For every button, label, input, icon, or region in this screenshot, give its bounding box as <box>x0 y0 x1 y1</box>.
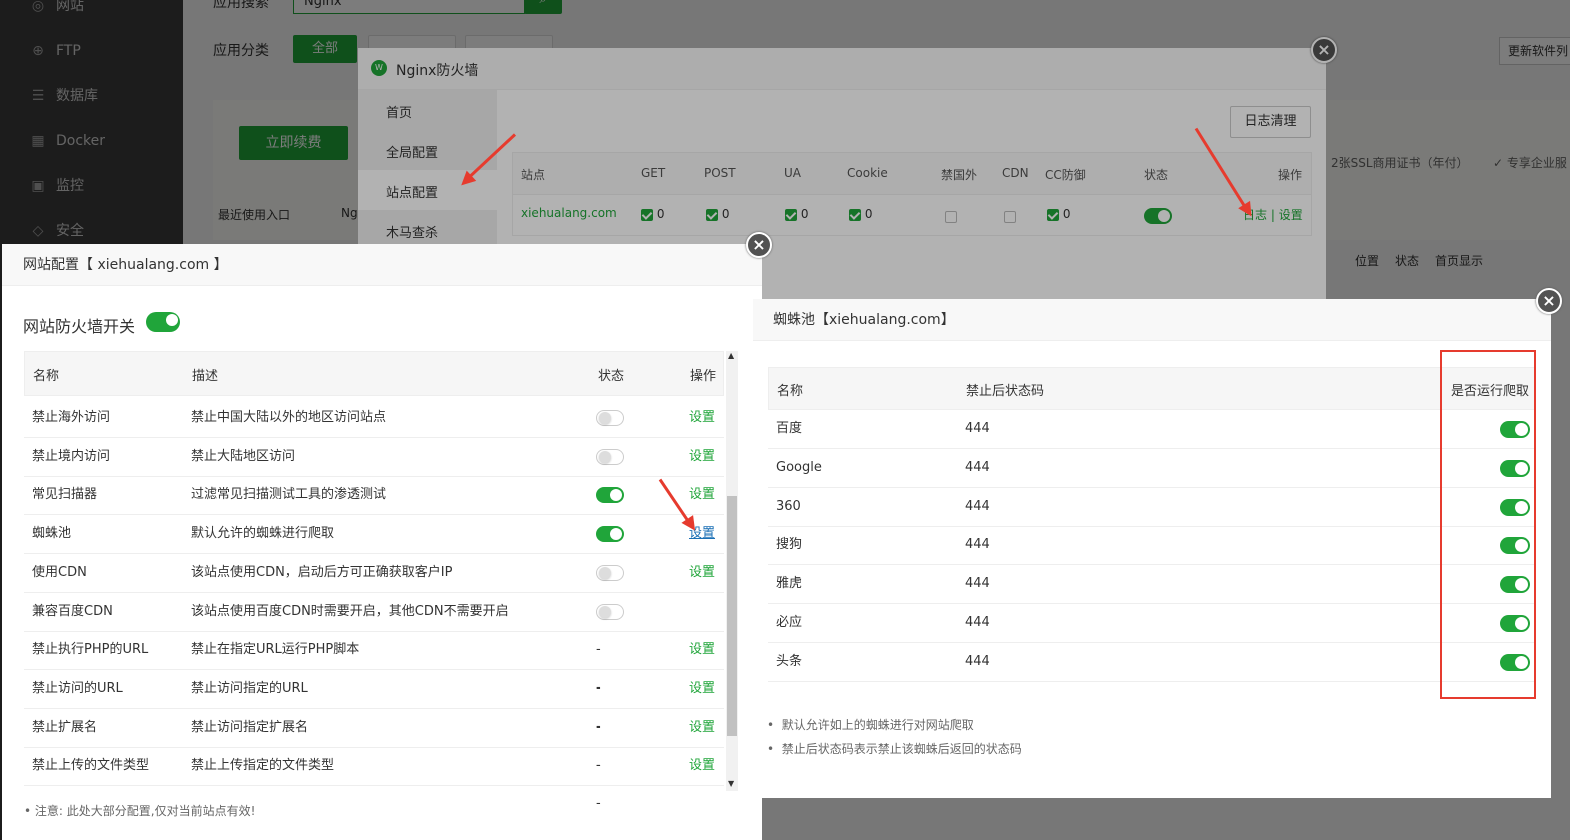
table-row: 禁止上传的文件类型 禁止上传指定的文件类型 -- 设置 <box>24 747 724 811</box>
scroll-up-icon[interactable]: ▲ <box>728 351 734 360</box>
spider-status-code: 444 <box>965 459 990 475</box>
table-row: 禁止访问的URL 禁止访问指定的URL -- 设置 <box>24 670 724 734</box>
rule-status <box>596 593 624 625</box>
rule-status <box>596 399 624 431</box>
status-toggle[interactable] <box>596 603 624 620</box>
rule-name: 常见扫描器 <box>32 487 98 503</box>
site-config-title: 网站配置【 xiehualang.com 】 <box>2 244 762 286</box>
spider-name: 头条 <box>776 653 803 669</box>
spider-status-code: 444 <box>965 615 990 630</box>
table-row: 禁止扩展名 禁止访问指定扩展名 -- 设置 <box>24 709 724 773</box>
spider-notes: • 默认允许如上的蜘蛛进行对网站爬取 • 禁止后状态码表示禁止该蜘蛛后返回的状态… <box>767 713 1022 761</box>
rule-name: 禁止扩展名 <box>32 719 98 735</box>
th-status: 状态 <box>598 369 625 384</box>
th-status-code: 禁止后状态码 <box>966 384 1045 399</box>
spider-row: Google 444 <box>768 449 1536 488</box>
rule-name: 使用CDN <box>32 564 87 580</box>
rule-desc: 默认允许的蜘蛛进行爬取 <box>191 526 335 542</box>
rule-desc: 禁止访问指定扩展名 <box>191 719 309 735</box>
spider-status-code: 444 <box>965 421 990 436</box>
rule-settings-link[interactable]: 设置 <box>689 554 715 592</box>
spider-name: 必应 <box>776 615 803 630</box>
status-toggle[interactable] <box>596 526 624 543</box>
close-spider-button[interactable]: × <box>1536 288 1562 314</box>
spider-name: 雅虎 <box>776 576 803 592</box>
rule-desc: 该站点使用CDN，启动后方可正确获取客户IP <box>191 564 453 580</box>
rule-desc: 该站点使用百度CDN时需要开启，其他CDN不需要开启 <box>191 603 509 619</box>
rule-name: 禁止境内访问 <box>32 448 111 464</box>
spider-name: 360 <box>776 498 801 514</box>
spider-row: 百度 444 <box>768 410 1536 449</box>
status-toggle[interactable] <box>596 487 624 504</box>
table-row: 兼容百度CDN 该站点使用百度CDN时需要开启，其他CDN不需要开启 <box>24 593 724 632</box>
status-toggle[interactable] <box>596 448 624 465</box>
spider-row: 360 444 <box>768 488 1536 527</box>
rule-name: 禁止上传的文件类型 <box>32 758 150 774</box>
spider-row: 头条 444 <box>768 643 1536 682</box>
table-row: 禁止境内访问 禁止大陆地区访问 设置 <box>24 438 724 477</box>
scrollbar-track[interactable]: ▲ ▼ <box>726 351 738 791</box>
rule-settings-link[interactable]: 设置 <box>689 476 715 514</box>
close-icon: × <box>1542 291 1556 310</box>
rule-desc: 禁止上传指定的文件类型 <box>191 758 335 774</box>
rule-name: 禁止执行PHP的URL <box>32 642 149 658</box>
spider-note: • 禁止后状态码表示禁止该蜘蛛后返回的状态码 <box>767 742 1022 756</box>
th-spider-name: 名称 <box>777 384 804 399</box>
firewall-switch-toggle[interactable] <box>146 312 180 336</box>
rule-status <box>596 438 624 470</box>
rule-settings-link[interactable]: 设置 <box>689 399 715 437</box>
th-name: 名称 <box>33 369 60 384</box>
spider-title: 蜘蛛池【xiehualang.com】 <box>753 299 1551 341</box>
rule-desc: 禁止在指定URL运行PHP脚本 <box>191 642 360 658</box>
spider-note: • 默认允许如上的蜘蛛进行对网站爬取 <box>767 718 974 732</box>
close-site-config-button[interactable]: × <box>746 232 772 258</box>
rule-name: 蜘蛛池 <box>32 526 72 542</box>
spider-status-code: 444 <box>965 576 990 592</box>
status-toggle[interactable] <box>596 564 624 581</box>
spider-row: 搜狗 444 <box>768 526 1536 566</box>
spider-name: Google <box>776 459 822 475</box>
th-desc: 描述 <box>192 369 219 384</box>
rule-desc: 过滤常见扫描测试工具的渗透测试 <box>191 487 387 503</box>
firewall-switch-label: 网站防火墙开关 <box>23 317 136 336</box>
rule-desc: 禁止大陆地区访问 <box>191 448 296 464</box>
spider-name: 搜狗 <box>776 537 803 553</box>
rule-desc: 禁止中国大陆以外的地区访问站点 <box>191 410 387 425</box>
spider-pool-window: 蜘蛛池【xiehualang.com】 名称 禁止后状态码 是否运行爬取 百度 4… <box>753 299 1551 798</box>
annotation-highlight-box <box>1440 350 1536 699</box>
spider-status-code: 444 <box>965 653 990 669</box>
rule-status <box>596 515 624 547</box>
rule-settings-link[interactable]: 设置 <box>689 438 715 476</box>
rule-settings-link[interactable]: 设置 <box>689 747 715 785</box>
spider-row: 雅虎 444 <box>768 565 1536 605</box>
status-toggle[interactable] <box>596 410 624 426</box>
scrollbar-thumb[interactable] <box>727 496 737 736</box>
rule-settings-link[interactable]: 设置 <box>689 709 715 747</box>
rule-name: 禁止海外访问 <box>32 410 111 425</box>
table-row: 禁止执行PHP的URL 禁止在指定URL运行PHP脚本 -- 设置 <box>24 631 724 695</box>
spider-row: 必应 444 <box>768 604 1536 643</box>
site-config-window: 网站配置【 xiehualang.com 】 网站防火墙开关 名称 描述 状态 … <box>2 244 762 840</box>
table-row: 蜘蛛池 默认允许的蜘蛛进行爬取 设置 <box>24 515 724 555</box>
table-row: 常见扫描器 过滤常见扫描测试工具的渗透测试 设置 <box>24 476 724 516</box>
table-row: 禁止海外访问 禁止中国大陆以外的地区访问站点 设置 <box>24 399 724 438</box>
rule-settings-link[interactable]: 设置 <box>689 631 715 669</box>
th-action: 操作 <box>690 369 717 384</box>
spider-status-code: 444 <box>965 537 990 553</box>
rule-name: 兼容百度CDN <box>32 603 113 619</box>
rule-status <box>596 554 624 586</box>
rule-settings-link[interactable]: 设置 <box>689 670 715 708</box>
rule-name: 禁止访问的URL <box>32 680 123 696</box>
table-row: 使用CDN 该站点使用CDN，启动后方可正确获取客户IP 设置 <box>24 554 724 593</box>
config-note: • 注意: 此处大部分配置,仅对当前站点有效! <box>24 804 256 818</box>
spider-table-header: 名称 禁止后状态码 是否运行爬取 <box>768 367 1536 410</box>
close-icon: × <box>752 235 766 254</box>
spider-name: 百度 <box>776 421 803 436</box>
rules-table-header: 名称 描述 状态 操作 <box>24 351 724 396</box>
scroll-down-icon[interactable]: ▼ <box>728 779 734 788</box>
spider-status-code: 444 <box>965 498 990 514</box>
rule-desc: 禁止访问指定的URL <box>191 680 308 696</box>
rule-status <box>596 476 624 508</box>
